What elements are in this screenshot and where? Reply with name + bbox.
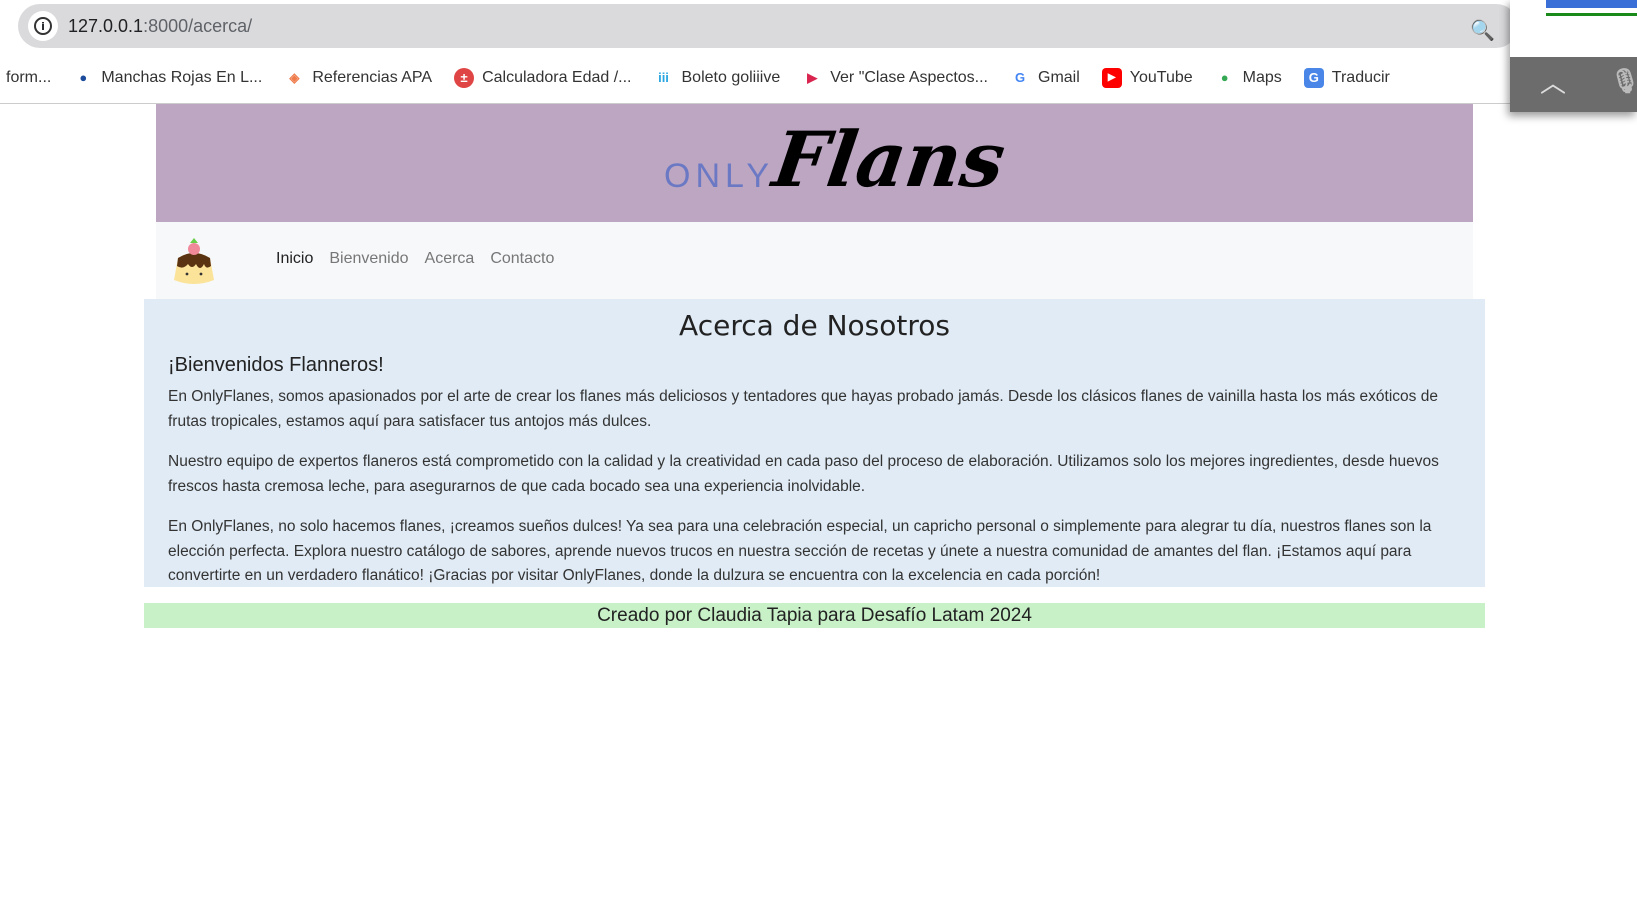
bookmark-label: Calculadora Edad /...	[482, 68, 632, 86]
nav-bienvenido[interactable]: Bienvenido	[329, 250, 408, 268]
bookmark-goliiive[interactable]: iii Boleto goliiive	[654, 68, 781, 88]
site-info-icon[interactable]: i	[28, 11, 58, 41]
nav-inicio[interactable]: Inicio	[276, 250, 313, 268]
bookmark-label: Maps	[1242, 68, 1282, 86]
bookmark-traducir[interactable]: G Traducir	[1303, 67, 1390, 88]
site-logo[interactable]: ONLY Flans	[664, 112, 1011, 208]
url-text[interactable]: 127.0.0.1:8000/acerca/	[68, 16, 252, 37]
url-path: :8000/acerca/	[143, 16, 253, 36]
apa-icon: ◈	[289, 69, 300, 85]
bookmark-label: Ver "Clase Aspectos...	[830, 68, 988, 86]
bookmark-clase[interactable]: ▶ Ver "Clase Aspectos...	[802, 68, 988, 88]
preview-thumbnail	[1546, 0, 1637, 16]
address-bar-area: i 127.0.0.1:8000/acerca/ 🔍 ☆	[0, 0, 1532, 52]
logo-only: ONLY	[664, 157, 775, 195]
paragraph: Nuestro equipo de expertos flaneros está…	[168, 453, 1439, 495]
bookmark-label: Manchas Rojas En L...	[101, 68, 263, 86]
screen-share-overlay: ︿ 🎙	[1510, 0, 1637, 112]
bookmark-label: form...	[6, 68, 52, 86]
about-section: Acerca de Nosotros ¡Bienvenidos Flannero…	[144, 299, 1485, 587]
logo-flans: Flans	[767, 115, 1011, 204]
youtube-icon: ▶	[1101, 67, 1122, 88]
bookmark-apa[interactable]: ◈ Referencias APA	[284, 68, 432, 88]
mic-muted-icon[interactable]: 🎙	[1610, 67, 1637, 96]
calculator-icon: ±	[454, 67, 475, 88]
overlay-controls: ︿ 🎙	[1510, 57, 1637, 112]
google-icon: G	[1014, 70, 1026, 85]
maps-icon: ●	[1220, 70, 1229, 85]
flan-logo-icon[interactable]	[170, 236, 218, 286]
bookmark-calculadora[interactable]: ± Calculadora Edad /...	[454, 67, 632, 88]
navbar: Inicio Bienvenido Acerca Contacto	[156, 222, 1473, 299]
url-host: 127.0.0.1	[68, 16, 144, 36]
apple-icon: ●	[79, 70, 88, 85]
goliiive-icon: iii	[658, 70, 669, 85]
nav-acerca[interactable]: Acerca	[425, 250, 475, 268]
bookmark-label: Boleto goliiive	[681, 68, 781, 86]
chevron-up-icon[interactable]: ︿	[1540, 63, 1566, 100]
omnibox[interactable]: i 127.0.0.1:8000/acerca/ 🔍 ☆	[18, 4, 1532, 48]
bookmark-label: Traducir	[1331, 68, 1390, 86]
bookmark-maps[interactable]: ● Maps	[1215, 68, 1282, 88]
paragraph: En OnlyFlanes, somos apasionados por el …	[168, 388, 1438, 430]
footer: Creado por Claudia Tapia para Desafío La…	[144, 603, 1485, 628]
footer-text: Creado por Claudia Tapia para Desafío La…	[597, 605, 1032, 626]
play-icon: ▶	[807, 69, 818, 85]
bookmark-gmail[interactable]: G Gmail	[1010, 68, 1080, 88]
bookmark-label: Gmail	[1038, 68, 1080, 86]
page-title: Acerca de Nosotros	[679, 309, 950, 342]
site-banner: ONLY Flans	[156, 104, 1473, 222]
bookmark-label: YouTube	[1129, 68, 1193, 86]
zoom-icon[interactable]: 🔍	[1470, 18, 1495, 43]
bookmark-youtube[interactable]: ▶ YouTube	[1101, 67, 1193, 88]
section-subtitle: ¡Bienvenidos Flanneros!	[168, 354, 384, 376]
bookmark-label: Referencias APA	[312, 68, 433, 86]
paragraph: En OnlyFlanes, no solo hacemos flanes, ¡…	[168, 518, 1432, 584]
bookmarks-bar: form... ● Manchas Rojas En L... ◈ Referenc…	[0, 52, 1510, 104]
bookmark-manchas[interactable]: ● Manchas Rojas En L...	[73, 68, 262, 88]
translate-icon: G	[1303, 67, 1324, 88]
nav-contacto[interactable]: Contacto	[490, 250, 554, 268]
nav-links: Inicio Bienvenido Acerca Contacto	[276, 250, 554, 268]
bookmark-form[interactable]: form...	[6, 69, 51, 87]
